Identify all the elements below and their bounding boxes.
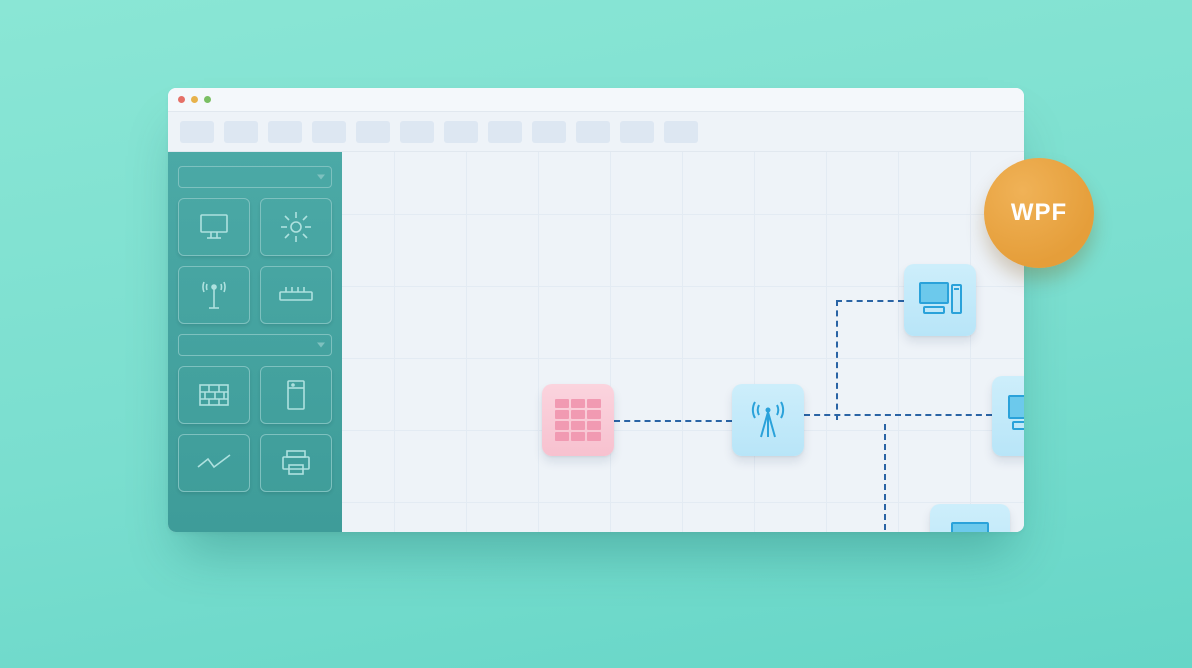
palette-printer-icon[interactable]: [260, 434, 332, 492]
connector: [614, 420, 732, 422]
toolbar-button[interactable]: [488, 121, 522, 143]
app-window: [168, 88, 1024, 532]
toolbar-button[interactable]: [400, 121, 434, 143]
window-maximize-icon[interactable]: [204, 96, 211, 103]
toolbar-button[interactable]: [268, 121, 302, 143]
palette-category-dropdown[interactable]: [178, 166, 332, 188]
palette-antenna-icon[interactable]: [178, 266, 250, 324]
computer-node[interactable]: [904, 264, 976, 336]
titlebar: [168, 88, 1024, 112]
computer-icon: [1005, 392, 1024, 440]
antenna-node[interactable]: [732, 384, 804, 456]
palette-firewall-icon[interactable]: [178, 366, 250, 424]
connector: [836, 300, 838, 420]
connector: [884, 424, 886, 532]
connector: [836, 300, 904, 302]
window-close-icon[interactable]: [178, 96, 185, 103]
computer-node[interactable]: [930, 504, 1010, 532]
palette-server-icon[interactable]: [260, 366, 332, 424]
toolbar-button[interactable]: [532, 121, 566, 143]
diagram-canvas[interactable]: [342, 152, 1024, 532]
toolbar-button[interactable]: [576, 121, 610, 143]
shape-palette: [168, 152, 342, 532]
palette-monitor-icon[interactable]: [178, 198, 250, 256]
toolbar-button[interactable]: [620, 121, 654, 143]
palette-category-dropdown[interactable]: [178, 334, 332, 356]
toolbar-button[interactable]: [444, 121, 478, 143]
computer-icon: [944, 519, 996, 532]
palette-router-icon[interactable]: [260, 266, 332, 324]
firewall-icon: [555, 399, 601, 441]
toolbar-button[interactable]: [664, 121, 698, 143]
toolbar-button[interactable]: [312, 121, 346, 143]
antenna-icon: [745, 397, 791, 443]
toolbar: [168, 112, 1024, 152]
firewall-node[interactable]: [542, 384, 614, 456]
palette-electric-icon[interactable]: [178, 434, 250, 492]
computer-node[interactable]: [992, 376, 1024, 456]
toolbar-button[interactable]: [224, 121, 258, 143]
connector: [804, 414, 992, 416]
window-minimize-icon[interactable]: [191, 96, 198, 103]
wpf-badge: WPF: [984, 158, 1094, 268]
palette-sun-icon[interactable]: [260, 198, 332, 256]
badge-label: WPF: [1011, 199, 1067, 227]
computer-icon: [916, 279, 964, 321]
toolbar-button[interactable]: [180, 121, 214, 143]
toolbar-button[interactable]: [356, 121, 390, 143]
